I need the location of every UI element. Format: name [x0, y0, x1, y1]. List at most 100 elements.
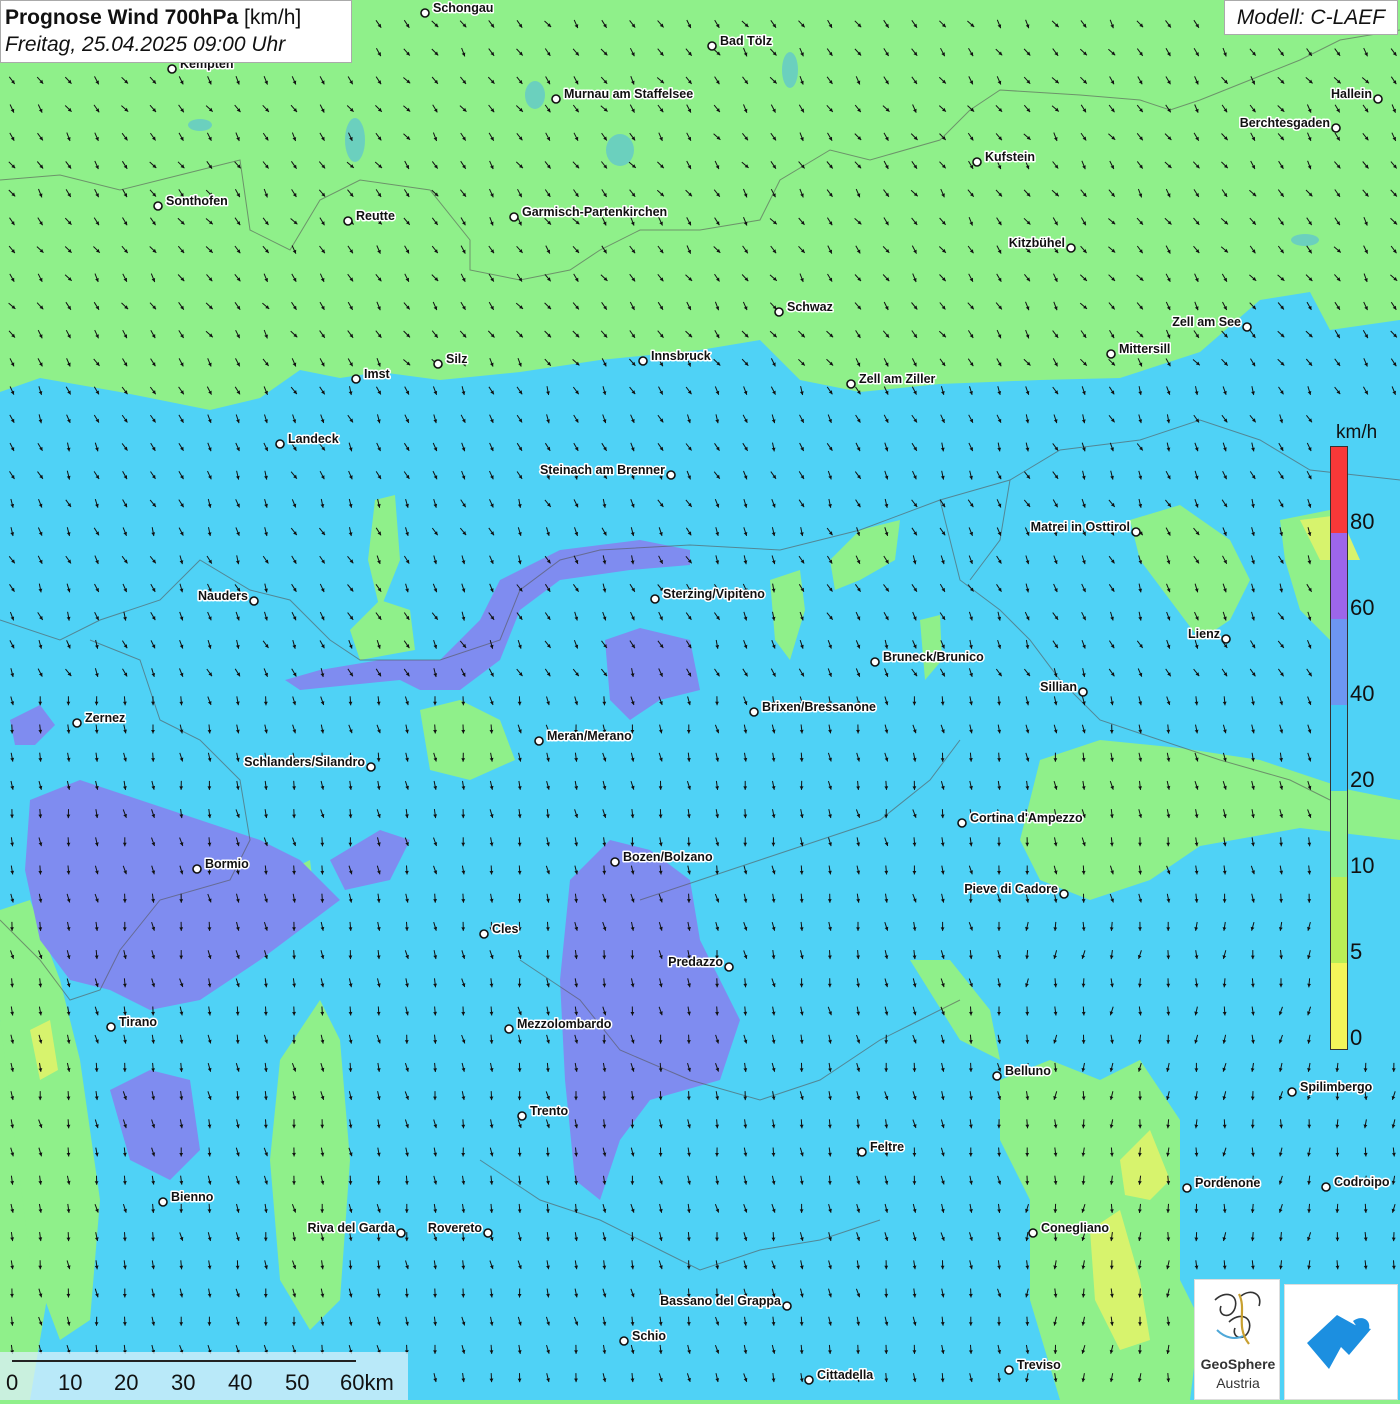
scale-bar-label: 20 — [114, 1370, 138, 1396]
city-dot[interactable] — [73, 719, 81, 727]
city-label: Schio — [632, 1329, 666, 1343]
city-dot[interactable] — [1322, 1183, 1330, 1191]
city-dot[interactable] — [611, 858, 619, 866]
city-label: Mittersill — [1119, 342, 1170, 356]
city-dot[interactable] — [847, 380, 855, 388]
city-dot[interactable] — [858, 1148, 866, 1156]
city-dot[interactable] — [535, 737, 543, 745]
title-panel: Prognose Wind 700hPa [km/h] Freitag, 25.… — [0, 0, 352, 63]
scale-bar-label: 50 — [285, 1370, 309, 1396]
city-label: Innsbruck — [651, 349, 711, 363]
city-label: Bozen/Bolzano — [623, 850, 713, 864]
city-label: Mezzolombardo — [517, 1017, 612, 1031]
city-dot[interactable] — [397, 1229, 405, 1237]
city-dot[interactable] — [1079, 688, 1087, 696]
legend-color-segment — [1331, 705, 1347, 791]
legend-tick-label: 10 — [1350, 853, 1374, 879]
city-label: Spilimbergo — [1300, 1080, 1373, 1094]
city-dot[interactable] — [250, 597, 258, 605]
city-label: Garmisch-Partenkirchen — [522, 205, 667, 219]
city-label: Berchtesgaden — [1240, 116, 1330, 130]
city-label: Feltre — [870, 1140, 904, 1154]
city-dot[interactable] — [973, 158, 981, 166]
city-label: Bassano del Grappa — [660, 1294, 782, 1308]
city-dot[interactable] — [775, 308, 783, 316]
city-dot[interactable] — [1374, 95, 1382, 103]
city-dot[interactable] — [107, 1023, 115, 1031]
scale-bar-line — [12, 1360, 356, 1362]
city-label: Belluno — [1005, 1064, 1051, 1078]
city-dot[interactable] — [518, 1112, 526, 1120]
title-unit: [km/h] — [244, 6, 301, 29]
city-dot[interactable] — [639, 357, 647, 365]
city-dot[interactable] — [871, 658, 879, 666]
city-dot[interactable] — [510, 213, 518, 221]
city-dot[interactable] — [552, 95, 560, 103]
city-label: Codroipo — [1334, 1175, 1390, 1189]
city-dot[interactable] — [421, 9, 429, 17]
city-label: Hallein — [1331, 87, 1372, 101]
model-label: Modell: C-LAEF — [1224, 0, 1398, 35]
city-dot[interactable] — [484, 1229, 492, 1237]
city-dot[interactable] — [1132, 528, 1140, 536]
geosphere-logo[interactable]: GeoSphere Austria — [1194, 1279, 1280, 1400]
city-label: Steinach am Brenner — [540, 463, 665, 477]
city-dot[interactable] — [480, 930, 488, 938]
city-dot[interactable] — [505, 1025, 513, 1033]
city-label: Schlanders/Silandro — [244, 755, 365, 769]
city-dot[interactable] — [1222, 635, 1230, 643]
city-label: Kufstein — [985, 150, 1035, 164]
city-dot[interactable] — [434, 360, 442, 368]
legend-color-segment — [1331, 619, 1347, 705]
city-dot[interactable] — [1107, 350, 1115, 358]
city-label: Riva del Garda — [307, 1221, 396, 1235]
scale-bar-label: 60km — [340, 1370, 394, 1396]
city-dot[interactable] — [154, 202, 162, 210]
city-dot[interactable] — [367, 763, 375, 771]
city-dot[interactable] — [1332, 124, 1340, 132]
city-dot[interactable] — [159, 1198, 167, 1206]
city-dot[interactable] — [651, 595, 659, 603]
legend-tick-label: 40 — [1350, 681, 1374, 707]
city-label: Sillian — [1040, 680, 1077, 694]
city-dot[interactable] — [783, 1302, 791, 1310]
city-dot[interactable] — [725, 963, 733, 971]
city-dot[interactable] — [958, 819, 966, 827]
city-dot[interactable] — [1067, 244, 1075, 252]
legend-tick-label: 0 — [1350, 1025, 1362, 1051]
city-label: Matrei in Osttirol — [1031, 520, 1130, 534]
city-dot[interactable] — [805, 1376, 813, 1384]
city-dot[interactable] — [1288, 1088, 1296, 1096]
city-label: Predazzo — [668, 955, 723, 969]
legend-color-segment — [1331, 963, 1347, 1049]
city-dot[interactable] — [276, 440, 284, 448]
city-dot[interactable] — [1005, 1366, 1013, 1374]
city-dot[interactable] — [1243, 323, 1251, 331]
city-dot[interactable] — [667, 471, 675, 479]
app-logo[interactable] — [1284, 1284, 1398, 1400]
city-dot[interactable] — [750, 708, 758, 716]
city-label: Conegliano — [1041, 1221, 1109, 1235]
city-dot[interactable] — [708, 42, 716, 50]
city-dot[interactable] — [1183, 1184, 1191, 1192]
scale-bar-label: 30 — [171, 1370, 195, 1396]
city-dot[interactable] — [344, 217, 352, 225]
city-dot[interactable] — [193, 865, 201, 873]
city-dot[interactable] — [352, 375, 360, 383]
city-dot[interactable] — [168, 65, 176, 73]
city-label: Cortina d'Ampezzo — [970, 811, 1083, 825]
city-dot[interactable] — [1029, 1229, 1037, 1237]
city-dot[interactable] — [993, 1072, 1001, 1080]
wind-map[interactable]: SchongauBad TölzKemptenMurnau am Staffel… — [0, 0, 1400, 1400]
scale-bar-label: 40 — [228, 1370, 252, 1396]
city-dot[interactable] — [620, 1337, 628, 1345]
geosphere-logo-subtext: Austria — [1195, 1375, 1281, 1391]
city-label: Murnau am Staffelsee — [564, 87, 693, 101]
legend-color-segment — [1331, 533, 1347, 619]
city-dot[interactable] — [1060, 890, 1068, 898]
geosphere-logo-text: GeoSphere — [1195, 1356, 1281, 1372]
city-label: Rovereto — [428, 1221, 483, 1235]
city-label: Schongau — [433, 1, 493, 15]
city-label: Pieve di Cadore — [964, 882, 1058, 896]
city-label: Imst — [364, 367, 391, 381]
